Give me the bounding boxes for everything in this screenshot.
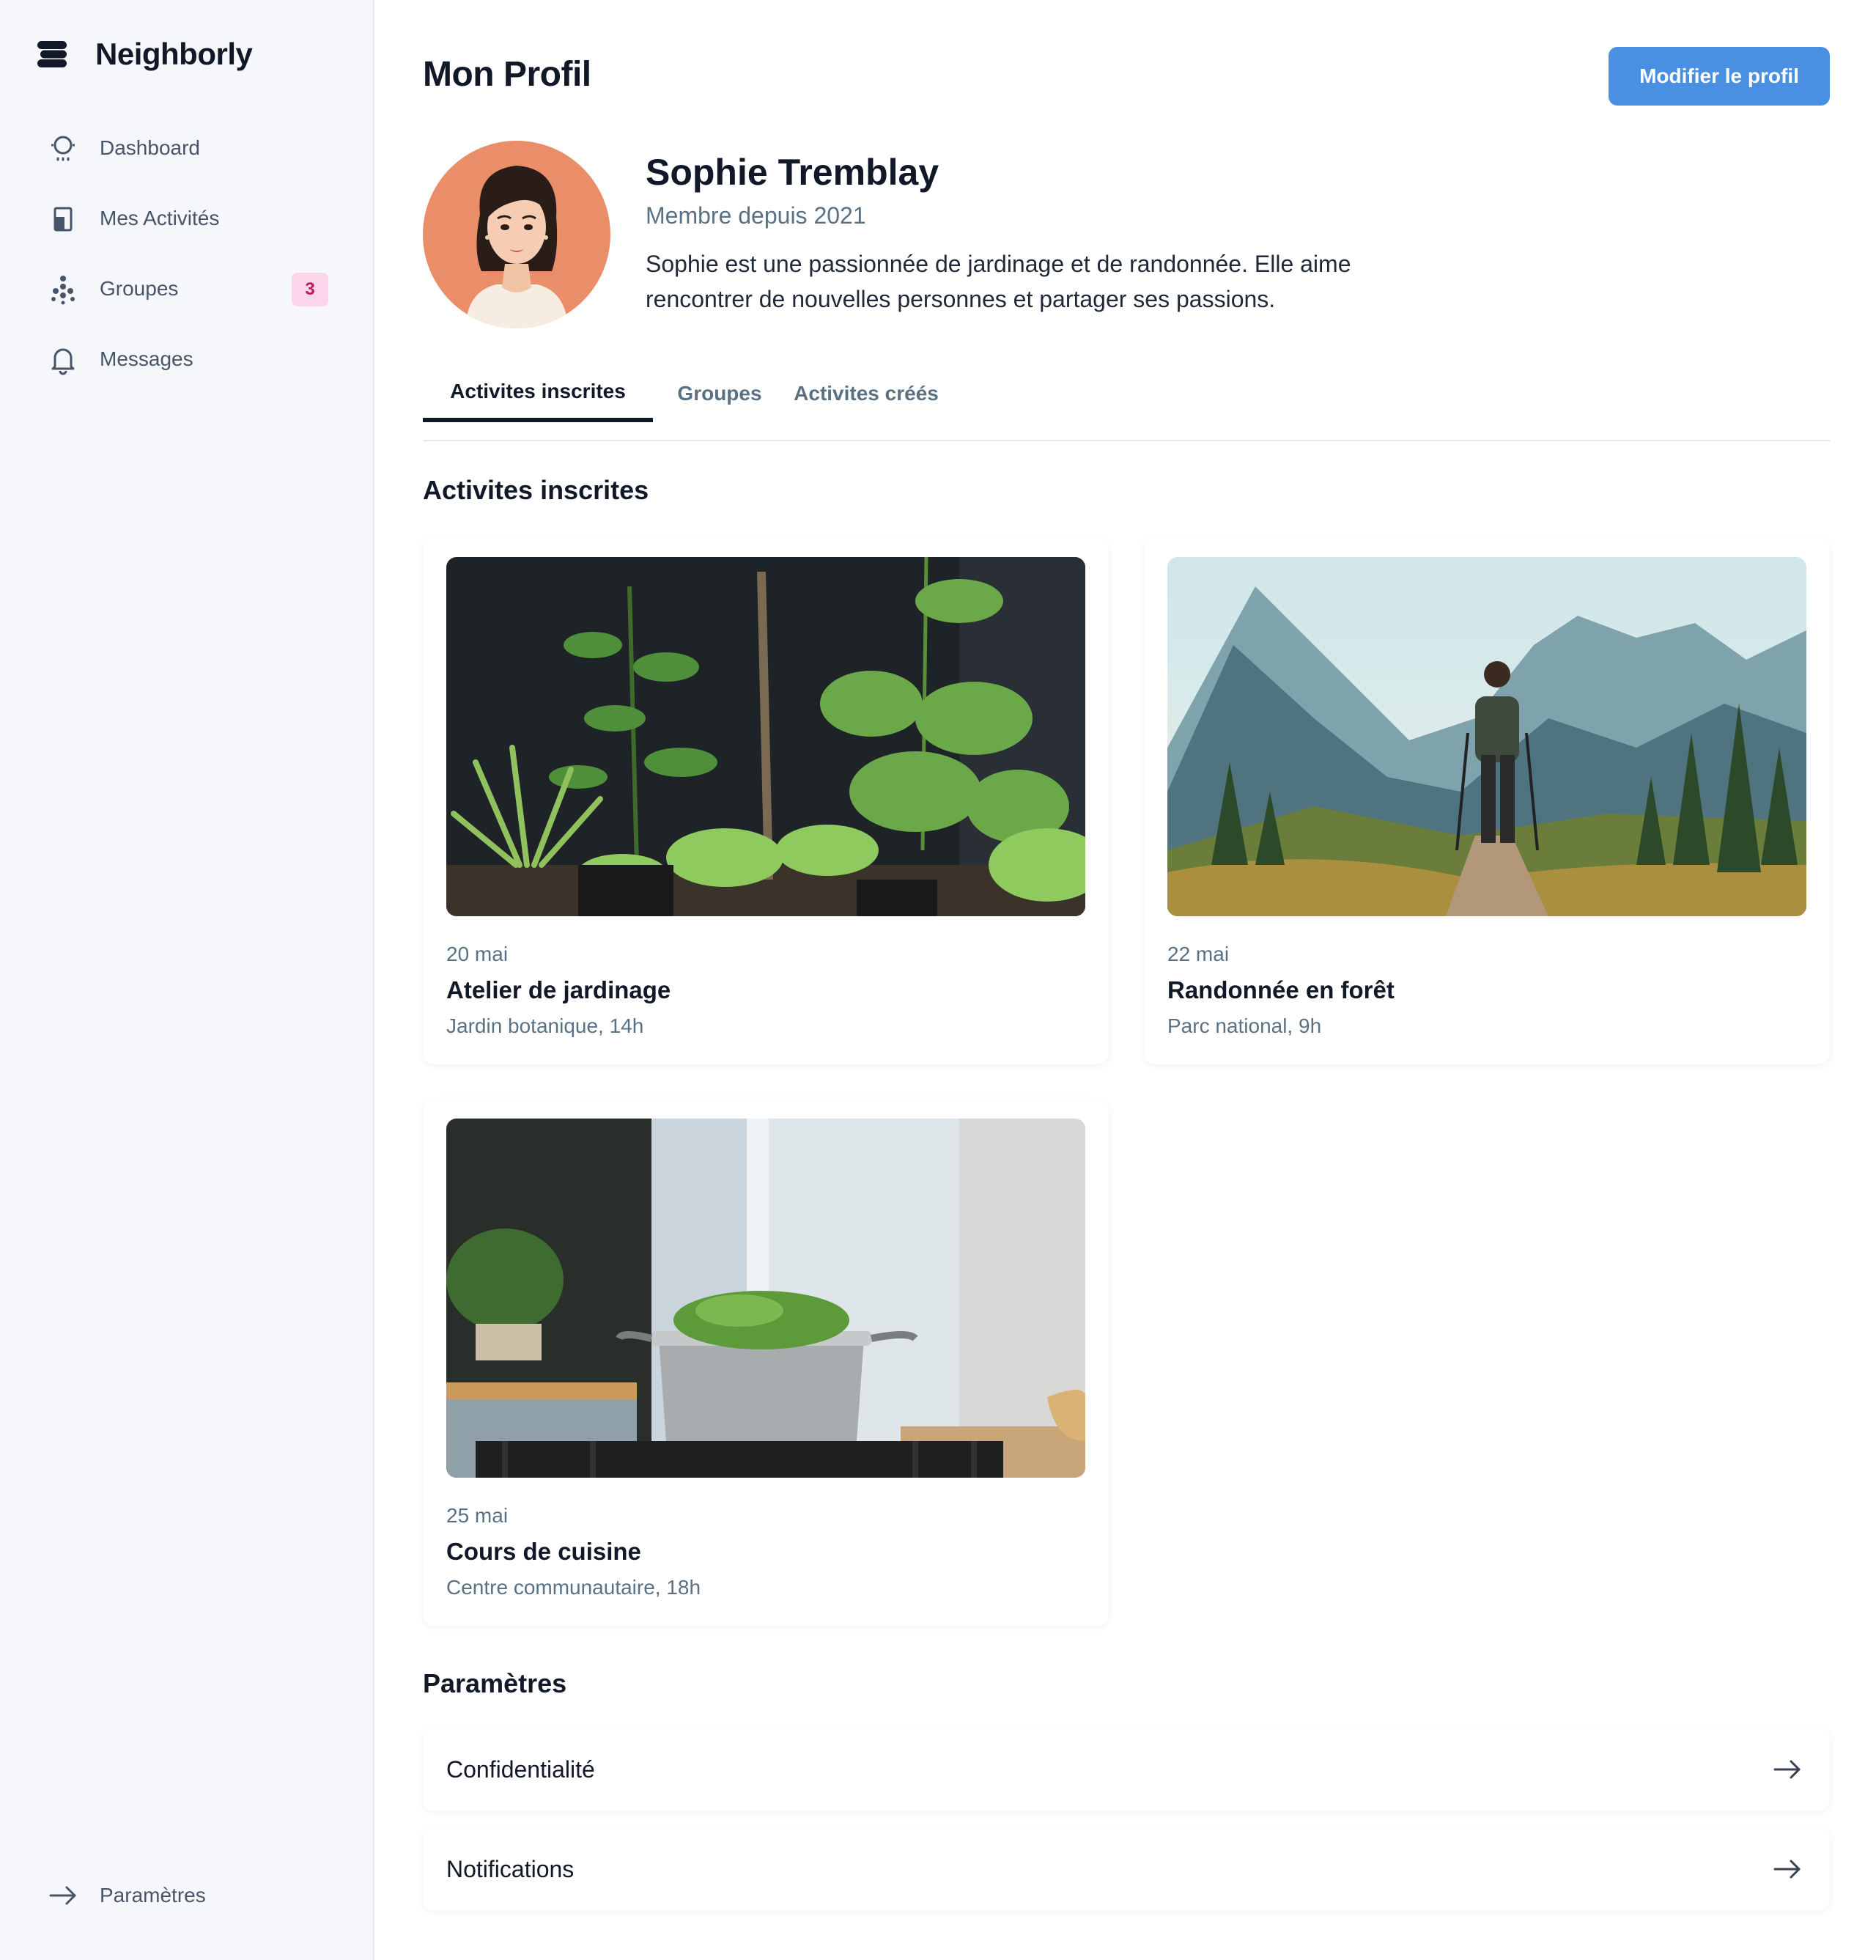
tablet-icon: [44, 199, 82, 237]
sidebar-item-label: Messages: [100, 347, 193, 370]
plants-photo: [446, 557, 1085, 916]
activity-date: 25 mai: [446, 1504, 509, 1527]
page-title: Mon Profil: [423, 55, 591, 94]
arrow-right-icon: [1771, 1853, 1803, 1885]
groups-count-badge: 3: [292, 273, 328, 306]
settings-item-label: Notifications: [446, 1855, 575, 1882]
groups-icon: [44, 270, 82, 308]
mountain-hiker-photo: [1167, 557, 1806, 916]
edit-profile-button[interactable]: Modifier le profil: [1609, 47, 1830, 106]
settings-item-label: Confidentialité: [446, 1755, 595, 1783]
profile-tabs: Activites inscrites Groupes Activites cr…: [423, 365, 1830, 441]
tab-activites-inscrites[interactable]: Activites inscrites: [423, 365, 653, 422]
activity-title: Atelier de jardinage: [446, 976, 671, 1003]
settings-item-notifications[interactable]: Notifications: [423, 1828, 1830, 1910]
activity-place: Parc national, 9h: [1167, 1014, 1322, 1037]
profile-bio: Sophie est une passionnée de jardinage e…: [646, 251, 1351, 312]
sidebar-item-dashboard[interactable]: Dashboard: [44, 125, 337, 172]
neighborly-logo-icon: [35, 37, 69, 71]
bell-icon: [44, 340, 82, 378]
arrow-right-icon: [44, 1876, 82, 1915]
avatar: [423, 141, 610, 328]
sidebar-item-label: Groupes: [100, 277, 179, 300]
activity-card-cuisine[interactable]: 25 mai Cours de cuisine Centre communaut…: [423, 1099, 1109, 1626]
activity-date: 20 mai: [446, 943, 509, 965]
cooking-pot-photo: [446, 1119, 1085, 1478]
activity-date: 22 mai: [1167, 943, 1230, 965]
brand[interactable]: Neighborly: [35, 32, 253, 76]
activity-title: Cours de cuisine: [446, 1538, 641, 1565]
dashboard-icon: [44, 129, 82, 167]
profile-name: Sophie Tremblay: [646, 152, 939, 193]
tab-activites-crees[interactable]: Activites créés: [786, 365, 946, 422]
sidebar-item-messages[interactable]: Messages: [44, 336, 337, 383]
settings-item-confidentialite[interactable]: Confidentialité: [423, 1728, 1830, 1810]
sidebar-item-groupes[interactable]: Groupes 3: [44, 265, 337, 312]
arrow-right-icon: [1771, 1753, 1803, 1786]
member-since: Membre depuis 2021: [646, 202, 866, 229]
sidebar-item-label: Dashboard: [100, 136, 200, 159]
sidebar-item-parametres[interactable]: Paramètres: [44, 1872, 337, 1919]
tab-groupes[interactable]: Groupes: [653, 365, 786, 422]
sidebar-item-mes-activites[interactable]: Mes Activités: [44, 195, 337, 242]
settings-section-title: Paramètres: [423, 1668, 567, 1698]
sidebar-item-label: Mes Activités: [100, 207, 220, 229]
activity-place: Jardin botanique, 14h: [446, 1014, 644, 1037]
activity-place: Centre communautaire, 18h: [446, 1576, 701, 1599]
sidebar: Neighborly Dashboard Mes Activités Group…: [0, 0, 374, 1960]
activity-card-jardinage[interactable]: 20 mai Atelier de jardinage Jardin botan…: [423, 538, 1109, 1064]
app-name: Neighborly: [95, 37, 253, 71]
sidebar-item-label: Paramètres: [100, 1884, 206, 1906]
activities-section-title: Activites inscrites: [423, 475, 649, 505]
activity-card-randonnee[interactable]: 22 mai Randonnée en forêt Parc national,…: [1144, 538, 1830, 1064]
activity-title: Randonnée en forêt: [1167, 976, 1395, 1003]
